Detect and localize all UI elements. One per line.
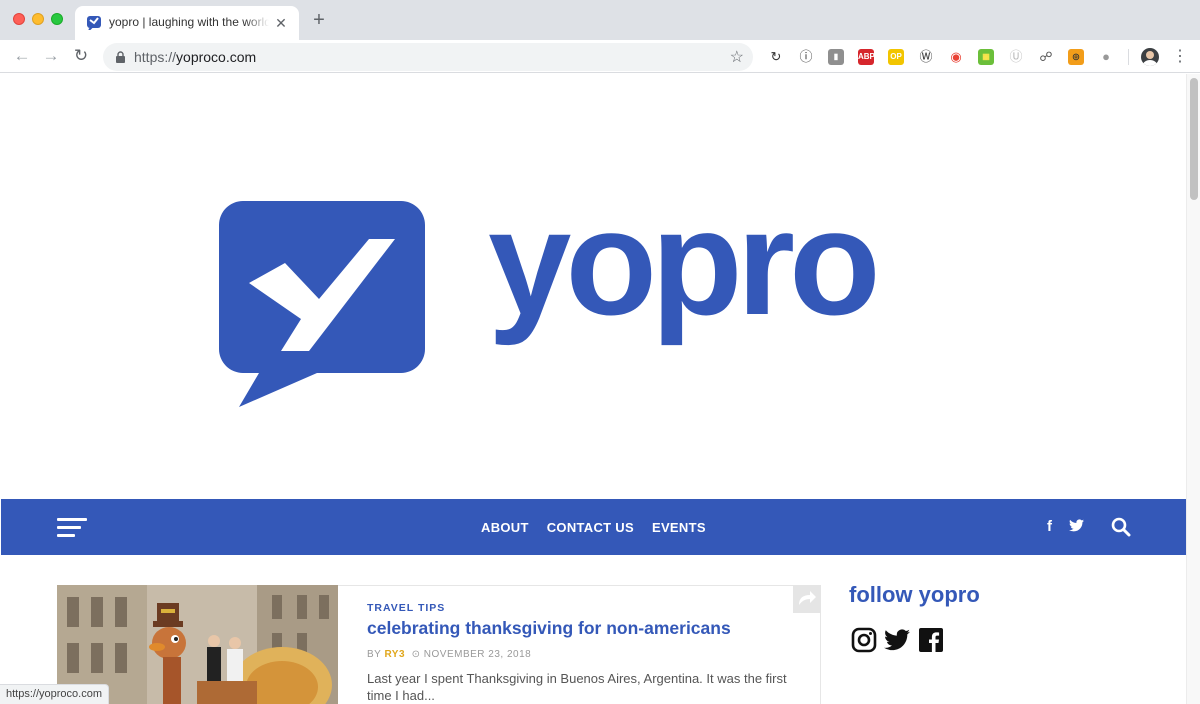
toolbar-separator (1128, 49, 1129, 65)
tab-title: yopro | laughing with the world (109, 15, 269, 29)
active-tab[interactable]: yopro | laughing with the world ✕ (75, 6, 299, 40)
sync-icon[interactable]: ↻ (768, 49, 784, 65)
map-icon[interactable]: ▦ (978, 49, 994, 65)
leaf-icon[interactable]: ☍ (1038, 49, 1054, 65)
browser-toolbar: ← → ↻ https://yoproco.com ☆ ↻ ⓘ ▮ ABP OP Ⓦ ◉ ▦ Ⓤ… (0, 40, 1200, 73)
info-icon[interactable]: ⓘ (798, 49, 814, 65)
twitter-icon[interactable] (884, 627, 910, 653)
clock-icon: ⊙ (411, 649, 421, 660)
nav-link-events[interactable]: EVENTS (652, 520, 706, 535)
stats-icon[interactable]: ▮ (828, 49, 844, 65)
forward-arrow-icon[interactable]: → (41, 46, 61, 66)
status-url-bubble: https://yoproco.com (0, 684, 109, 704)
reload-icon[interactable]: ↻ (71, 46, 91, 66)
lock-icon (116, 51, 125, 63)
url-text[interactable]: https://yoproco.com (134, 49, 256, 65)
tab-strip: yopro | laughing with the world ✕ + (0, 0, 1200, 40)
close-window-button[interactable] (13, 13, 25, 25)
sidebar-title: follow yopro (849, 582, 980, 607)
color-wheel-icon[interactable]: ◉ (948, 49, 964, 65)
close-tab-icon[interactable]: ✕ (273, 15, 289, 31)
circle-icon[interactable]: ● (1098, 49, 1114, 65)
profile-avatar[interactable] (1141, 48, 1159, 66)
share-icon[interactable] (793, 585, 821, 613)
maximize-window-button[interactable] (51, 13, 63, 25)
u-icon[interactable]: Ⓤ (1008, 49, 1024, 65)
twitter-icon[interactable] (1069, 519, 1084, 532)
search-icon[interactable] (1111, 517, 1131, 537)
op-icon[interactable]: OP (888, 49, 904, 65)
facebook-square-icon[interactable] (918, 627, 944, 653)
page-scrollbar[interactable] (1186, 74, 1200, 704)
facebook-icon[interactable]: f (1047, 518, 1052, 536)
minimize-window-button[interactable] (32, 13, 44, 25)
url-scheme: https:// (134, 49, 177, 65)
address-bar[interactable]: https://yoproco.com ☆ (103, 43, 753, 71)
new-tab-button[interactable]: + (309, 10, 329, 30)
post-title[interactable]: celebrating thanksgiving for non-america… (367, 618, 731, 639)
hamburger-menu-icon[interactable] (57, 518, 87, 538)
nav-link-contact-us[interactable]: CONTACT US (547, 520, 634, 535)
byline-by: BY (367, 649, 382, 660)
post-author[interactable]: RY3 (384, 649, 405, 660)
post-excerpt: Last year I spent Thanksgiving in Buenos… (367, 671, 787, 703)
back-arrow-icon[interactable]: ← (12, 46, 32, 66)
nav-links: ABOUT CONTACT US EVENTS (481, 520, 724, 535)
bookmark-star-icon[interactable]: ☆ (730, 47, 744, 67)
scrollbar-thumb[interactable] (1190, 78, 1198, 200)
nav-link-about[interactable]: ABOUT (481, 520, 529, 535)
post-date: NOVEMBER 23, 2018 (423, 649, 532, 660)
browser-window: yopro | laughing with the world ✕ + ← → … (0, 0, 1200, 704)
wordmark-text: yopro (488, 204, 875, 346)
adblock-icon[interactable]: ABP (858, 49, 875, 65)
eye-icon[interactable]: ◎ (1068, 49, 1084, 65)
w-icon[interactable]: Ⓦ (918, 49, 934, 65)
yopro-wordmark[interactable]: yopro (488, 204, 970, 374)
yopro-favicon-icon (87, 16, 101, 30)
post-byline: BY RY3 ⊙ NOVEMBER 23, 2018 (367, 649, 531, 660)
url-host: yoproco.com (176, 49, 257, 65)
instagram-icon[interactable] (851, 627, 877, 653)
menu-kebab-icon[interactable]: ⋮ (1172, 47, 1188, 67)
yopro-logo-mark-icon[interactable] (219, 201, 429, 411)
post-category[interactable]: TRAVEL TIPS (367, 602, 445, 614)
page-viewport: yopro ABOUT CONTACT US EVENTS f TRAVEL T… (0, 74, 1186, 704)
main-navbar: ABOUT CONTACT US EVENTS f (1, 499, 1186, 555)
